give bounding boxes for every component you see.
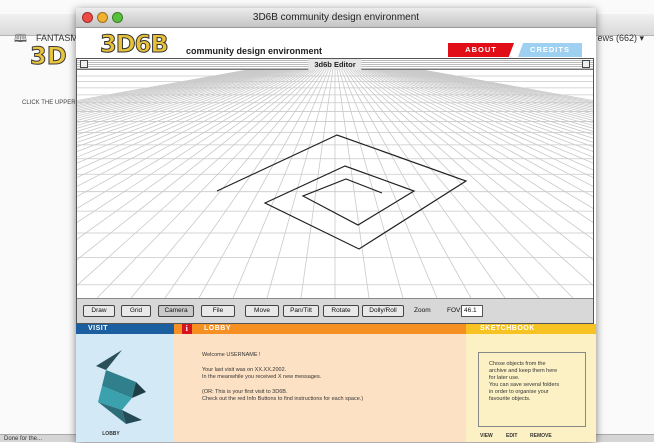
about-button[interactable]: ABOUT [448, 43, 514, 57]
grid-button[interactable]: Grid [121, 305, 151, 317]
editor-toolbar: Draw Grid Camera File Move Pan/Tilt Rota… [77, 298, 593, 323]
visit-header: VISIT [76, 324, 174, 334]
zoom-label[interactable]: Zoom [414, 305, 431, 317]
last-visit-text: Your last visit was on XX.XX.2002. [202, 367, 287, 373]
sketchbook-line: Chose objects from the [489, 361, 546, 367]
visit-panel: VISIT LOBBY [76, 324, 174, 442]
info-icon[interactable]: i [182, 324, 192, 334]
draw-button[interactable]: Draw [83, 305, 115, 317]
lobby-panel: i LOBBY Welcome USERNAME ! Your last vis… [174, 324, 466, 442]
first-visit-text: (OR: This is your first visit to 3D6B. [202, 389, 288, 395]
background-logo: 3D [30, 42, 68, 71]
camera-button[interactable]: Camera [158, 305, 194, 317]
site-header: 3D6B community design environment ABOUT … [76, 28, 596, 62]
background-instruction: CLICK THE UPPER [22, 100, 76, 106]
editor-title: 3d6b Editor [308, 59, 362, 70]
sketchbook-line: You can save several folders [489, 382, 560, 388]
lobby-object-icon[interactable] [92, 346, 150, 426]
visit-lobby-label[interactable]: LOBBY [76, 431, 146, 437]
sketchbook-view-link[interactable]: VIEW [480, 433, 493, 439]
credits-button[interactable]: CREDITS [518, 43, 582, 57]
window-title: 3D6B community design environment [252, 12, 420, 23]
editor-zoom-box[interactable] [582, 60, 590, 68]
editor-window: 3d6b Editor Draw Grid Camera File Move P… [76, 58, 594, 324]
welcome-text: Welcome USERNAME ! [202, 352, 261, 358]
site-logo[interactable]: 3D6B [100, 31, 170, 58]
fov-label: FOV: [447, 307, 462, 314]
editor-titlebar[interactable]: 3d6b Editor [77, 59, 593, 70]
rotate-button[interactable]: Rotate [323, 305, 359, 317]
lobby-title: LOBBY [204, 325, 231, 332]
news-dropdown[interactable]: ews (662) ▾ [597, 33, 644, 44]
instructions-text: Check out the red Info Buttons to find i… [202, 396, 364, 402]
sketchbook-line: favourite objects. [489, 396, 531, 402]
sketchbook-line: for later use. [489, 375, 520, 381]
file-button[interactable]: File [201, 305, 235, 317]
editor-close-box[interactable] [80, 60, 88, 68]
lobby-header: i LOBBY [174, 324, 466, 334]
sketchbook-line: archive and keep them here [489, 368, 558, 374]
sketchbook-header: SKETCHBOOK [466, 324, 596, 334]
perspective-grid [77, 70, 593, 298]
fov-input[interactable]: 46.1 [461, 305, 483, 317]
sketchbook-edit-link[interactable]: EDIT [506, 433, 517, 439]
move-button[interactable]: Move [245, 305, 279, 317]
site-tagline: community design environment [186, 46, 323, 56]
window-titlebar[interactable]: 3D6B community design environment [76, 8, 596, 28]
pan-tilt-button[interactable]: Pan/Tilt [283, 305, 319, 317]
sketchbook-dropzone[interactable]: Chose objects from the archive and keep … [478, 352, 586, 427]
bookmarks-icon[interactable]: 🕮 [14, 32, 28, 45]
sketchbook-line: in order to organise your [489, 389, 549, 395]
messages-text: In the meanwhile you received X new mess… [202, 374, 322, 380]
dolly-roll-button[interactable]: Dolly/Roll [362, 305, 404, 317]
sketchbook-panel: SKETCHBOOK Chose objects from the archiv… [466, 324, 596, 442]
app-window: 3D6B community design environment 3D6B c… [76, 8, 596, 442]
sketchbook-remove-link[interactable]: REMOVE [530, 433, 552, 439]
3d-viewport[interactable] [77, 70, 593, 298]
